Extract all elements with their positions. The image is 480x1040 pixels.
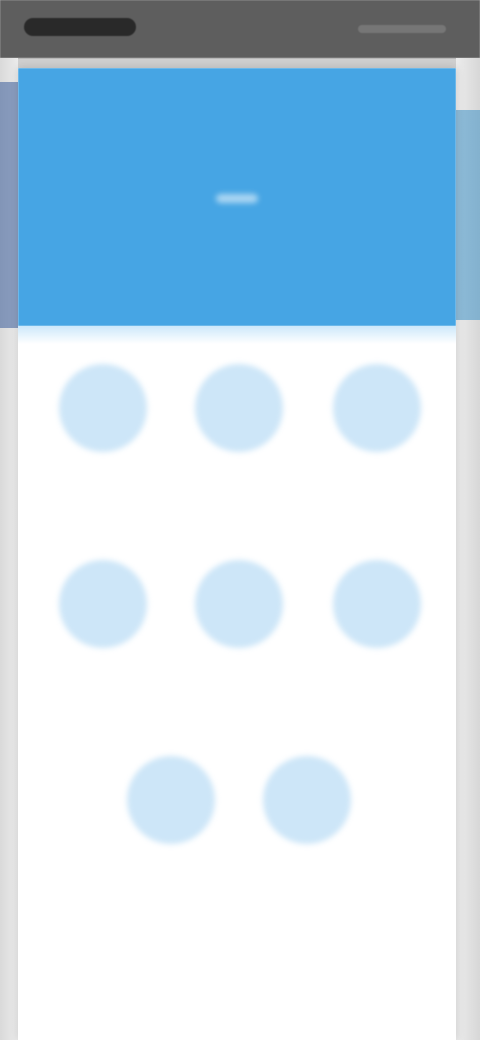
circle-placeholder-icon (195, 364, 283, 452)
app-card (18, 68, 456, 1040)
circle-placeholder-icon (59, 560, 147, 648)
menu-grid (18, 68, 456, 1040)
circle-placeholder-icon (263, 756, 351, 844)
circle-placeholder-icon (333, 560, 421, 648)
right-edge-shadow (456, 58, 480, 1040)
bottom-blank-area (18, 920, 456, 1040)
menu-tile-7[interactable] (116, 756, 226, 906)
status-indicators (358, 25, 446, 33)
menu-tile-3[interactable] (322, 364, 432, 514)
menu-tile-1[interactable] (48, 364, 158, 514)
circle-placeholder-icon (59, 364, 147, 452)
left-edge-shadow (0, 58, 18, 1040)
circle-placeholder-icon (333, 364, 421, 452)
right-blue-accent (456, 110, 480, 320)
menu-tile-8[interactable] (252, 756, 362, 906)
left-blue-accent (0, 82, 18, 328)
status-bar (0, 0, 480, 58)
menu-tile-4[interactable] (48, 560, 158, 710)
menu-tile-5[interactable] (184, 560, 294, 710)
menu-tile-2[interactable] (184, 364, 294, 514)
circle-placeholder-icon (127, 756, 215, 844)
status-time (24, 18, 136, 36)
circle-placeholder-icon (195, 560, 283, 648)
menu-tile-6[interactable] (322, 560, 432, 710)
phone-screen (0, 0, 480, 1040)
